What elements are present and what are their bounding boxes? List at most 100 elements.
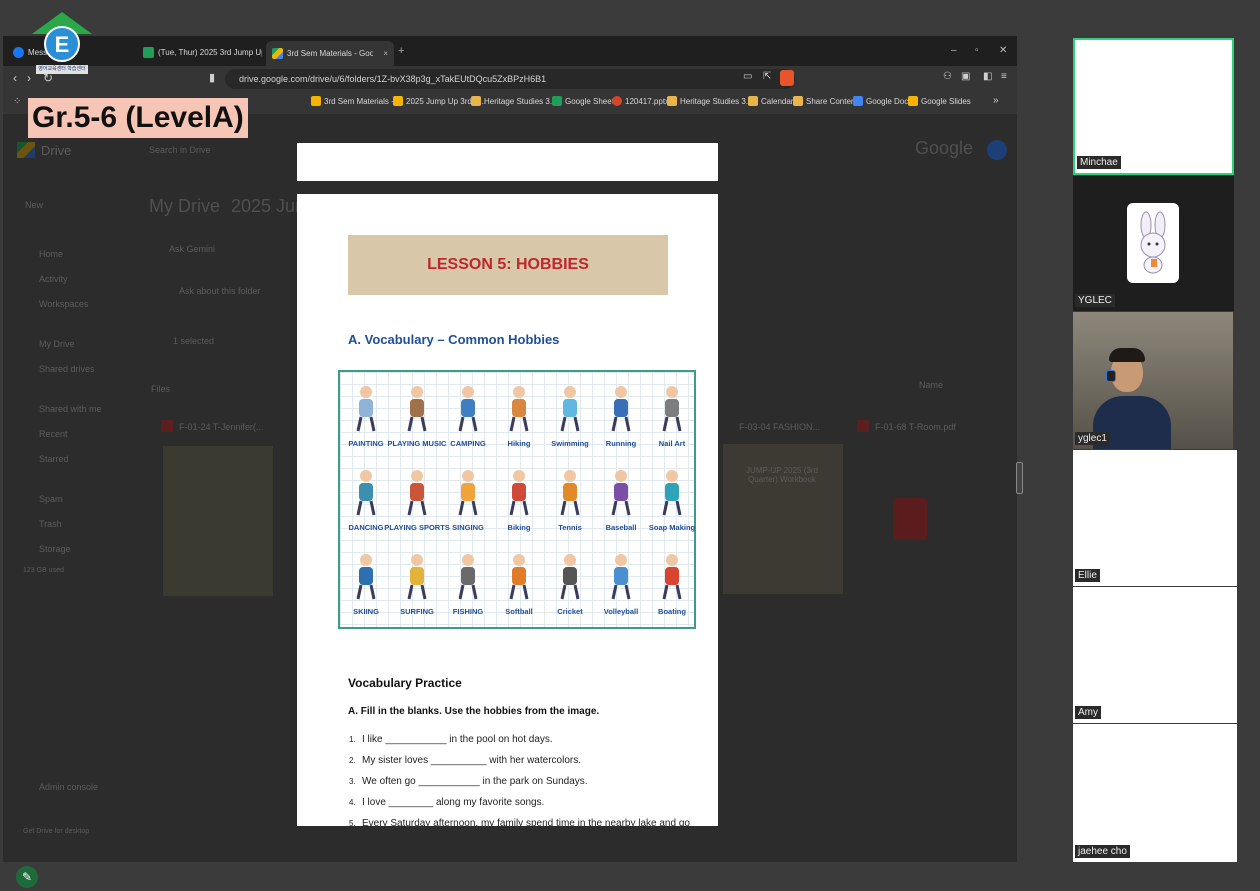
bookmarks-more-button[interactable]: » [993, 95, 999, 106]
hobby-illustration-icon [458, 386, 478, 432]
close-window-button[interactable]: ✕ [999, 45, 1007, 56]
sidebar-icon[interactable]: ◧ [983, 71, 992, 82]
bookmark-item[interactable]: Google Slides [908, 96, 971, 106]
hobby-label: Nail Art [658, 439, 686, 448]
ask-gemini[interactable]: Ask Gemini [169, 244, 215, 254]
hobby-illustration-icon [560, 554, 580, 600]
annotate-pen-icon[interactable]: ✎ [16, 866, 38, 888]
nav-item[interactable]: Activity [39, 274, 68, 284]
cast-icon[interactable]: ▭ [743, 71, 752, 82]
file-thumbnail[interactable]: JUMP-UP 2025 (3rd Quarter) Workbook [723, 444, 843, 594]
question-3: 3. We often go ___________ in the park on… [349, 776, 588, 787]
hobby-illustration-icon [356, 386, 376, 432]
question-1: 1. I like ___________ in the pool on hot … [349, 734, 553, 745]
svg-text:E: E [55, 32, 70, 57]
participant-name: YGLEC [1075, 294, 1115, 307]
apps-icon[interactable]: ⁘ [13, 96, 21, 107]
participant-name: Ellie [1075, 569, 1100, 582]
bookmark-item[interactable]: Heritage Studies 3... [471, 96, 556, 106]
hobby-cell: Swimming [545, 375, 595, 459]
hobby-label: DANCING [348, 523, 384, 532]
calendar-icon [748, 96, 758, 106]
participant-tile-ellie[interactable]: Ellie [1073, 450, 1237, 586]
nav-item[interactable]: Starred [39, 454, 69, 464]
share-icon[interactable]: ⇱ [763, 71, 771, 82]
file-thumbnail[interactable] [163, 446, 273, 596]
bookmark-item[interactable]: Google Sheets [552, 96, 618, 106]
maximize-button[interactable]: ▫ [975, 45, 979, 56]
nav-item[interactable]: Shared drives [39, 364, 95, 374]
account-avatar[interactable] [987, 140, 1007, 160]
question-2: 2. My sister loves __________ with her wa… [349, 755, 581, 766]
hobby-illustration-icon [407, 386, 427, 432]
pdf-icon [857, 420, 869, 432]
get-drive-desktop[interactable]: Get Drive for desktop [23, 828, 89, 835]
document-preview-page: LESSON 5: HOBBIES A. Vocabulary – Common… [297, 194, 718, 826]
participant-tile-minchae[interactable]: Minchae [1073, 38, 1234, 175]
nav-item[interactable]: Spam [39, 494, 63, 504]
admin-console[interactable]: Admin console [39, 782, 98, 792]
bookmark-item[interactable]: Google Docs [853, 96, 912, 106]
bookmark-item[interactable]: Share Content [793, 96, 858, 106]
hobby-cell: Boating [647, 543, 697, 627]
tab-zoom-sheet[interactable]: (Tue, Thur) 2025 3rd Jump Up Zoom [137, 42, 262, 62]
bookmark-item[interactable]: Heritage Studies 3... [667, 96, 752, 106]
google-wordmark: Google [915, 138, 974, 158]
participant-tile-yglec[interactable]: YGLEC [1073, 176, 1234, 311]
drive-search-placeholder[interactable]: Search in Drive [149, 145, 211, 155]
back-icon[interactable]: ‹ [13, 71, 17, 85]
tab-drive-active[interactable]: 3rd Sem Materials - Google Drive × [266, 41, 394, 66]
nav-item[interactable]: Trash [39, 519, 62, 529]
sheets-icon [552, 96, 562, 106]
hobby-illustration-icon [560, 470, 580, 516]
hobby-illustration-icon [509, 470, 529, 516]
drive-icon [272, 48, 283, 59]
heritage-icon [667, 96, 677, 106]
tab-close-icon[interactable]: × [383, 49, 388, 58]
sort-label[interactable]: Name [919, 380, 943, 390]
participant-tile-jaehee[interactable]: jaehee cho [1073, 724, 1237, 862]
file-name[interactable]: F-01-68 T-Room.pdf [875, 422, 956, 432]
bookmark-item[interactable]: 120417.pptx [612, 96, 669, 106]
ask-folder[interactable]: Ask about this folder [179, 286, 261, 296]
question-number: 3. [349, 777, 356, 786]
hobby-label: Cricket [557, 607, 583, 616]
hobby-label: PAINTING [348, 439, 384, 448]
wallet-icon[interactable]: ▣ [961, 71, 970, 82]
nav-item[interactable]: Storage [39, 544, 71, 554]
docs-icon [853, 96, 863, 106]
bookmark-item[interactable]: Calendar [748, 96, 793, 106]
nav-item[interactable]: Workspaces [39, 299, 88, 309]
new-tab-button[interactable]: + [398, 45, 404, 57]
bookmark-label: 120417.pptx [625, 96, 670, 106]
hobby-label: Running [605, 439, 637, 448]
question-number: 1. [349, 735, 356, 744]
lesson-title-box: LESSON 5: HOBBIES [348, 235, 668, 295]
new-button[interactable]: New [25, 200, 43, 210]
hobby-illustration-icon [611, 386, 631, 432]
minimize-button[interactable]: – [951, 45, 957, 56]
nav-item[interactable]: Shared with me [39, 404, 102, 414]
nav-item[interactable]: Recent [39, 429, 68, 439]
bookmark-label: Google Docs [866, 96, 913, 106]
nav-item[interactable]: My Drive [39, 339, 75, 349]
extensions-icon[interactable]: ⚇ [943, 71, 952, 82]
menu-icon[interactable]: ≡ [1001, 71, 1007, 82]
breadcrumb-root[interactable]: My Drive [149, 196, 220, 217]
participant-name: yglec1 [1075, 432, 1110, 445]
hobby-cell: PAINTING [341, 375, 391, 459]
participant-tile-amy[interactable]: Amy [1073, 587, 1237, 723]
hobby-illustration-icon [458, 470, 478, 516]
hobby-cell: Cricket [545, 543, 595, 627]
file-name[interactable]: F-03-04 FASHION... [739, 422, 820, 432]
question-4: 4. I love ________ along my favorite song… [349, 797, 544, 808]
address-bar[interactable]: drive.google.com/drive/u/6/folders/1Z-bv… [225, 69, 795, 89]
gallery-resize-handle[interactable] [1016, 462, 1023, 494]
nav-item[interactable]: Home [39, 249, 63, 259]
participant-tile-yglec1-video[interactable]: yglec1 [1073, 312, 1233, 449]
file-name[interactable]: F-01-24 T-Jennifer(... [179, 422, 263, 432]
hobbies-grid: PAINTING PLAYING MUSIC CAMPING Hiking Swimmi… [338, 370, 696, 629]
brave-shield-icon[interactable] [780, 70, 794, 86]
bookmark-icon[interactable]: ▮ [209, 71, 215, 84]
bookmark-item[interactable]: 3rd Sem Materials -... [311, 96, 400, 106]
